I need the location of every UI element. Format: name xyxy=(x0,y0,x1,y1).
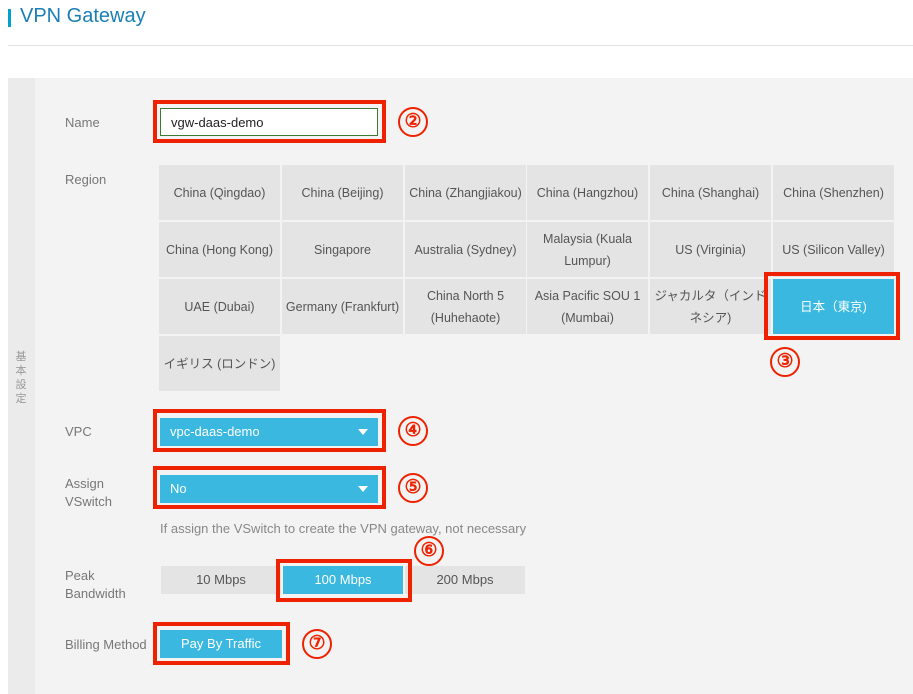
region-option-selected[interactable]: 日本（東京) xyxy=(773,279,894,334)
region-label: Region xyxy=(65,172,107,187)
step-7-marker: ⑦ xyxy=(302,629,332,659)
region-option[interactable]: Australia (Sydney) xyxy=(405,222,526,277)
region-option[interactable]: China (Zhangjiakou) xyxy=(405,165,526,220)
region-option[interactable]: China North 5 (Huhehaote) xyxy=(405,279,526,334)
billing-label: Billing Method xyxy=(65,637,147,652)
region-option[interactable]: US (Virginia) xyxy=(650,222,771,277)
page-title: VPN Gateway xyxy=(20,5,146,27)
region-option[interactable]: Malaysia (Kuala Lumpur) xyxy=(527,222,648,277)
region-option[interactable]: UAE (Dubai) xyxy=(159,279,280,334)
region-option[interactable]: イギリス (ロンドン) xyxy=(159,336,280,391)
header-divider xyxy=(8,45,913,46)
vswitch-label-line2: VSwitch xyxy=(65,494,112,509)
step-3-marker: ③ xyxy=(770,347,800,377)
section-label: 基本設定 xyxy=(15,351,27,405)
step-5-marker: ⑤ xyxy=(398,473,428,503)
region-option[interactable]: ジャカルタ（インドネシア) xyxy=(650,279,771,334)
step-4-marker: ④ xyxy=(398,416,428,446)
page-header: VPN Gateway xyxy=(0,0,913,46)
region-option[interactable]: China (Shanghai) xyxy=(650,165,771,220)
region-option[interactable]: Germany (Frankfurt) xyxy=(282,279,403,334)
region-option[interactable]: China (Hong Kong) xyxy=(159,222,280,277)
vswitch-hint: If assign the VSwitch to create the VPN … xyxy=(160,521,527,536)
bandwidth-option-200[interactable]: 200 Mbps xyxy=(405,566,525,594)
vswitch-label: Assign VSwitch xyxy=(65,475,112,511)
region-option[interactable]: Asia Pacific SOU 1 (Mumbai) xyxy=(527,279,648,334)
bandwidth-option-100[interactable]: 100 Mbps xyxy=(283,566,403,594)
vpc-label: VPC xyxy=(65,424,92,439)
region-option[interactable]: China (Qingdao) xyxy=(159,165,280,220)
bandwidth-label-line1: Peak xyxy=(65,568,95,583)
vswitch-select-value: No xyxy=(170,481,187,496)
bandwidth-option-10[interactable]: 10 Mbps xyxy=(161,566,281,594)
billing-option-pay-by-traffic[interactable]: Pay By Traffic xyxy=(160,630,282,658)
bandwidth-label: Peak Bandwidth xyxy=(65,567,126,603)
region-option[interactable]: Singapore xyxy=(282,222,403,277)
region-option[interactable]: China (Beijing) xyxy=(282,165,403,220)
step-6-marker: ⑥ xyxy=(414,536,444,566)
vpc-select-value: vpc-daas-demo xyxy=(170,424,260,439)
title-accent-bar xyxy=(8,9,11,27)
chevron-down-icon xyxy=(358,486,368,492)
name-label: Name xyxy=(65,115,100,130)
step-2-marker: ② xyxy=(398,107,428,137)
region-option[interactable]: China (Hangzhou) xyxy=(527,165,648,220)
vswitch-select[interactable]: No xyxy=(160,475,378,503)
chevron-down-icon xyxy=(358,429,368,435)
vpc-select[interactable]: vpc-daas-demo xyxy=(160,418,378,446)
region-option[interactable]: China (Shenzhen) xyxy=(773,165,894,220)
name-input[interactable] xyxy=(160,108,378,136)
vswitch-label-line1: Assign xyxy=(65,476,105,491)
bandwidth-label-line2: Bandwidth xyxy=(65,586,126,601)
region-option[interactable]: US (Silicon Valley) xyxy=(773,222,894,277)
